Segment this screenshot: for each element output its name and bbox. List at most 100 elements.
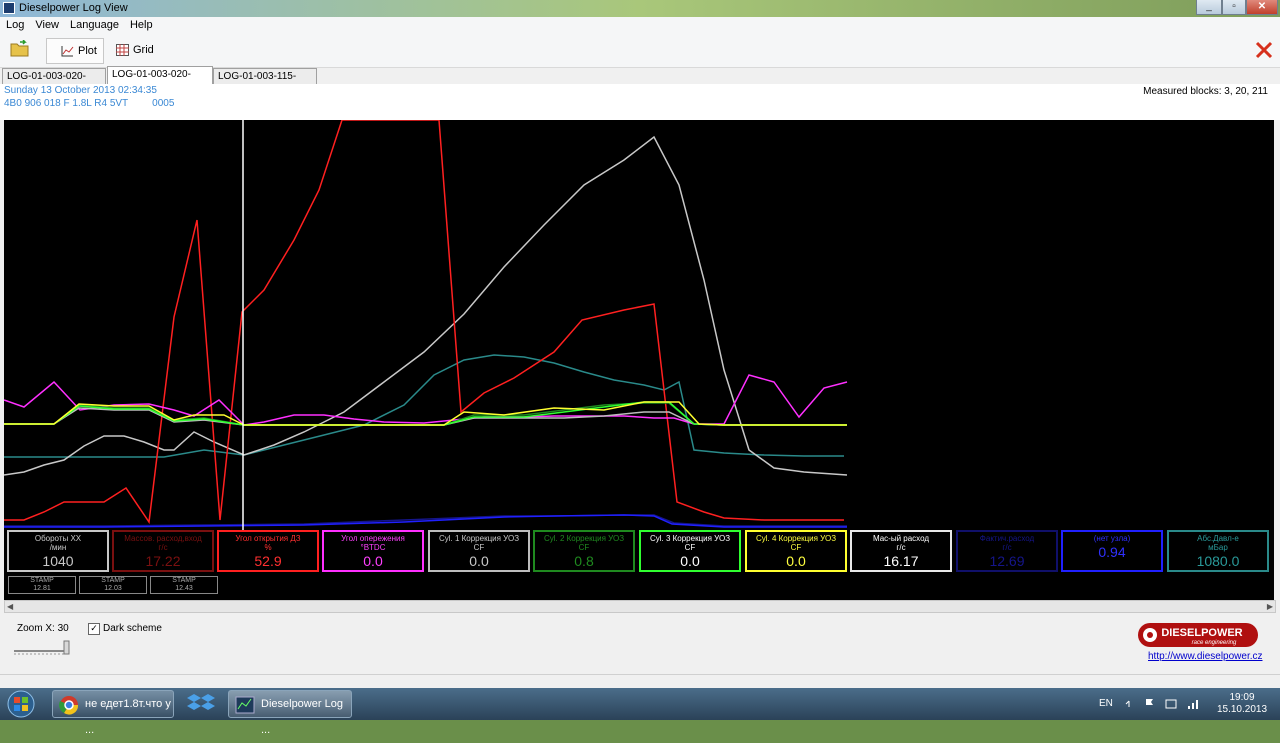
gauge-unit: CF [473, 543, 485, 552]
scroll-left-arrow-icon[interactable]: ◀ [7, 602, 13, 611]
window-title: Dieselpower Log View [19, 2, 128, 14]
status-bar [0, 674, 1280, 689]
grid-label: Grid [133, 44, 154, 56]
bottom-panel: Zoom X: 30 ✓ Dark scheme DIESELPOWER rac… [0, 614, 1280, 674]
dark-scheme-checkbox[interactable]: ✓ [88, 623, 100, 635]
gauge-abs-pressure[interactable]: Абс.Давл-е мБар 1080.0 [1167, 530, 1269, 572]
gauge-label: Cyl. 2 Коррекция УОЗ [543, 534, 625, 543]
gauge-label: Мас-ый расход [872, 534, 930, 543]
stamp-box: STAMP 12.03 [79, 576, 147, 594]
stamp-box: STAMP 12.81 [8, 576, 76, 594]
app-window: Dieselpower Log View _ ▫ ✕ Log View Langua… [0, 0, 1280, 689]
gauge-value: 17.22 [145, 553, 181, 569]
gauge-unit: г/с [896, 543, 906, 552]
gauge-unit: мБар [1208, 543, 1228, 552]
open-folder-icon[interactable] [10, 40, 30, 58]
tray-icons[interactable] [1124, 697, 1204, 711]
plot-label: Plot [78, 45, 97, 57]
gauge-unit: CF [684, 543, 696, 552]
series-throttle [4, 120, 844, 525]
gauge-value: 12.69 [989, 553, 1025, 569]
horizontal-scrollbar[interactable]: ◀ ▶ [4, 600, 1276, 613]
measured-blocks: Measured blocks: 3, 20, 211 [1143, 86, 1268, 97]
stamp-label: STAMP [172, 577, 196, 584]
gauge-value: 0.8 [574, 553, 594, 569]
gauge-row: Обороты ХХ/мин 1040 Массов. расход,вход г/… [4, 530, 1274, 600]
gauge-value: 0.0 [680, 553, 700, 569]
zoom-slider[interactable] [12, 637, 70, 657]
minimize-button[interactable]: _ [1196, 0, 1222, 15]
stamp-label: STAMP [30, 577, 54, 584]
gauge-no-node[interactable]: (нет узла) 0.94 [1061, 530, 1163, 572]
plot-canvas[interactable] [4, 120, 1274, 530]
gauge-unit: °BTDC [360, 543, 386, 552]
gauge-label: Cyl. 3 Коррекция УОЗ [649, 534, 731, 543]
gauge-label: Фактич.расход [979, 534, 1035, 543]
gauge-value: 1040 [42, 553, 74, 569]
gauge-unit: г/с [1002, 543, 1012, 552]
gauge-label: Обороты ХХ [34, 534, 82, 543]
log-date: Sunday 13 October 2013 02:34:35 [4, 85, 157, 96]
gauge-idle-rpm[interactable]: Обороты ХХ/мин 1040 [7, 530, 109, 572]
app-icon [3, 2, 15, 14]
gauge-value: 0.0 [786, 553, 806, 569]
dieselpower-app-icon [235, 696, 255, 714]
gauge-unit: CF [578, 543, 590, 552]
language-indicator[interactable]: EN [1099, 698, 1113, 709]
gauge-label: Cyl. 1 Коррекция УОЗ [438, 534, 520, 543]
menu-language[interactable]: Language [64, 17, 124, 31]
website-link[interactable]: http://www.dieselpower.cz [1148, 651, 1263, 662]
gauge-mass-flow[interactable]: Мас-ый расход г/с 16.17 [850, 530, 952, 572]
log-info: Sunday 13 October 2013 02:34:35 4B0 906 … [0, 84, 1280, 120]
gauge-actual-flow[interactable]: Фактич.расход г/с 12.69 [956, 530, 1058, 572]
taskbar: не едет1.8т.что у ... Dieselpower Log ..… [0, 688, 1280, 736]
dropbox-icon[interactable] [186, 692, 216, 716]
menu-view[interactable]: View [29, 17, 64, 31]
gauge-value: 0.0 [469, 553, 489, 569]
clock-time: 19:09 [1229, 692, 1255, 703]
scroll-right-arrow-icon[interactable]: ▶ [1267, 602, 1273, 611]
svg-text:DIESELPOWER: DIESELPOWER [1161, 627, 1242, 639]
title-bar[interactable]: Dieselpower Log View _ ▫ ✕ [0, 0, 1280, 17]
gauge-cyl3-correction[interactable]: Cyl. 3 Коррекция УОЗ CF 0.0 [639, 530, 741, 572]
task-dieselpower-label: Dieselpower Log ... [261, 698, 343, 736]
gauge-label: Cyl. 4 Коррекция УОЗ [755, 534, 837, 543]
file-tabs: LOG-01-003-020-115.csv LOG-01-003-020-21… [0, 66, 1280, 97]
task-chrome-label: не едет1.8т.что у ... [85, 698, 171, 736]
gauge-cyl2-correction[interactable]: Cyl. 2 Коррекция УОЗ CF 0.8 [533, 530, 635, 572]
close-log-icon[interactable] [1254, 40, 1274, 60]
ecu-code: 0005 [152, 98, 175, 109]
menu-help[interactable]: Help [124, 17, 158, 31]
close-window-button[interactable]: ✕ [1246, 0, 1278, 15]
plot-area[interactable]: Обороты ХХ/мин 1040 Массов. расход,вход г/… [4, 120, 1274, 600]
gauge-unit: CF [790, 543, 802, 552]
menu-log[interactable]: Log [0, 17, 29, 31]
task-chrome[interactable]: не едет1.8т.что у ... [52, 690, 174, 736]
stamp-label: STAMP [101, 577, 125, 584]
stamp-value: 12.43 [175, 585, 193, 592]
gauge-throttle[interactable]: Угол открытия ДЗ% 52.9 [217, 530, 319, 572]
gauge-ignition-advance[interactable]: Угол опережения °BTDC 0.0 [322, 530, 424, 572]
gauge-value: 1080.0 [1196, 553, 1240, 569]
gauge-cyl1-correction[interactable]: Cyl. 1 Коррекция УОЗ CF 0.0 [428, 530, 530, 572]
clock[interactable]: 19:09 15.10.2013 [1212, 692, 1272, 716]
start-button-icon[interactable] [3, 689, 39, 719]
plot-button[interactable]: Plot [46, 38, 104, 64]
gauge-cyl4-correction[interactable]: Cyl. 4 Коррекция УОЗ CF 0.0 [745, 530, 847, 572]
dieselpower-logo: DIESELPOWER race engineering [1138, 623, 1258, 647]
gauge-mass-flow-in[interactable]: Массов. расход,вход г/с 17.22 [112, 530, 214, 572]
dark-scheme-label: Dark scheme [103, 623, 162, 634]
series-cyl4-correction [4, 401, 847, 426]
gauge-label: Угол открытия ДЗ [235, 534, 301, 543]
gauge-value: 52.9 [254, 553, 282, 569]
maximize-button[interactable]: ▫ [1222, 0, 1246, 15]
tab-log-115-206[interactable]: LOG-01-003-115-206.csv [213, 68, 317, 97]
tab-log-020-115[interactable]: LOG-01-003-020-115.csv [2, 68, 106, 97]
clock-date: 15.10.2013 [1216, 704, 1268, 715]
stamp-value: 12.81 [33, 585, 51, 592]
grid-icon [116, 44, 129, 57]
gauge-value: 16.17 [883, 553, 919, 569]
grid-button[interactable]: Grid [116, 38, 156, 62]
tab-log-020-211[interactable]: LOG-01-003-020-211.csv [107, 66, 213, 95]
task-dieselpower[interactable]: Dieselpower Log ... [228, 690, 352, 736]
